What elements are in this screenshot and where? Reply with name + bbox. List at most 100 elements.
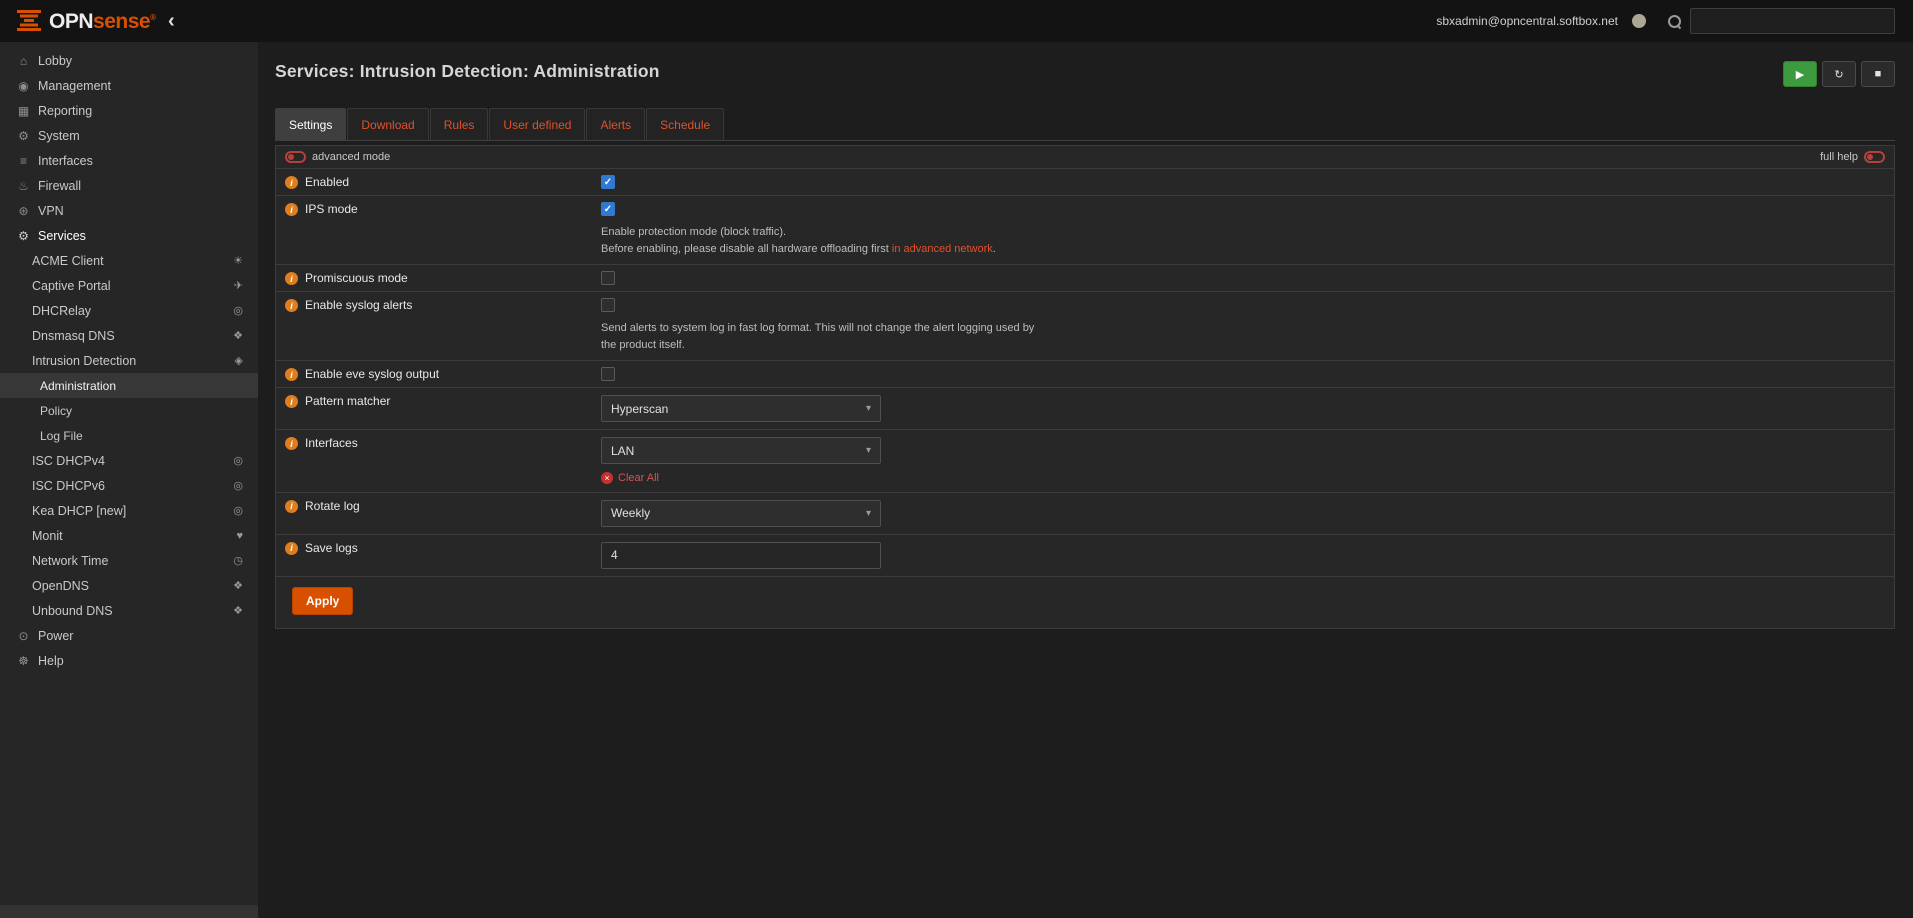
sidebar-item-system[interactable]: ⚙System xyxy=(0,123,258,148)
tab-user-defined[interactable]: User defined xyxy=(489,108,585,140)
interfaces-select[interactable]: LAN▾ xyxy=(601,437,881,464)
field-label-text: Rotate log xyxy=(305,499,360,513)
search-icon[interactable] xyxy=(1668,15,1681,28)
sidebar-item-dhcrelay[interactable]: DHCRelay◎ xyxy=(0,298,258,323)
isc-dhcpv4-icon: ◎ xyxy=(233,454,243,467)
sidebar-item-isc-dhcpv4[interactable]: ISC DHCPv4◎ xyxy=(0,448,258,473)
info-icon[interactable]: i xyxy=(285,437,298,450)
settings-form: iEnabled✓iIPS mode✓Enable protection mod… xyxy=(275,169,1895,629)
info-icon[interactable]: i xyxy=(285,542,298,555)
sidebar-item-vpn[interactable]: ⊛VPN xyxy=(0,198,258,223)
tab-download[interactable]: Download xyxy=(347,108,428,140)
sidebar-item-dnsmasq-dns[interactable]: Dnsmasq DNS❖ xyxy=(0,323,258,348)
sidebar-item-label: System xyxy=(38,129,80,143)
field-label: i IPS mode xyxy=(276,196,601,264)
sidebar-item-label: Reporting xyxy=(38,104,92,118)
stop-button[interactable]: ■ xyxy=(1861,61,1895,87)
sidebar-item-kea-dhcp-new[interactable]: Kea DHCP [new]◎ xyxy=(0,498,258,523)
sidebar-collapse-icon[interactable]: ‹ xyxy=(168,11,175,31)
sidebar-item-administration[interactable]: Administration xyxy=(0,373,258,398)
enable-eve-syslog-output-checkbox[interactable] xyxy=(601,367,615,381)
tab-alerts[interactable]: Alerts xyxy=(586,108,645,140)
ips-mode-checkbox[interactable]: ✓ xyxy=(601,202,615,216)
chevron-down-icon: ▾ xyxy=(866,508,871,519)
sidebar-item-interfaces[interactable]: ≡Interfaces xyxy=(0,148,258,173)
sidebar-item-lobby[interactable]: ⌂Lobby xyxy=(0,48,258,73)
user-menu[interactable]: sbxadmin@opncentral.softbox.net xyxy=(1436,14,1618,28)
page-title: Services: Intrusion Detection: Administr… xyxy=(275,61,660,82)
brand-registered-mark: ® xyxy=(150,13,155,22)
help-text: Send alerts to system log in fast log fo… xyxy=(601,322,1034,351)
advanced-mode-toggle-icon[interactable] xyxy=(285,151,306,163)
tab-schedule[interactable]: Schedule xyxy=(646,108,724,140)
refresh-icon: ↻ xyxy=(1834,68,1843,81)
info-icon[interactable]: i xyxy=(285,203,298,216)
help-icon: ☸ xyxy=(14,654,33,668)
refresh-button[interactable]: ↻ xyxy=(1822,61,1856,87)
sidebar-item-label: Unbound DNS xyxy=(32,604,113,618)
sidebar-item-log-file[interactable]: Log File xyxy=(0,423,258,448)
field-help-text: Before enabling, please disable all hard… xyxy=(601,241,1039,258)
enabled-checkbox[interactable]: ✓ xyxy=(601,175,615,189)
form-row-save-logs: iSave logs xyxy=(276,535,1894,577)
field-label: iPattern matcher xyxy=(276,388,601,429)
tab-settings[interactable]: Settings xyxy=(275,108,346,140)
sidebar-item-monit[interactable]: Monit♥ xyxy=(0,523,258,548)
start-icon: ▶ xyxy=(1796,68,1804,81)
form-row-enabled: iEnabled✓ xyxy=(276,169,1894,196)
avatar[interactable] xyxy=(1632,14,1646,28)
sidebar-item-intrusion-detection[interactable]: Intrusion Detection◈ xyxy=(0,348,258,373)
info-icon[interactable]: i xyxy=(285,176,298,189)
info-icon[interactable]: i xyxy=(285,368,298,381)
info-icon[interactable]: i xyxy=(285,500,298,513)
info-icon[interactable]: i xyxy=(285,395,298,408)
tab-rules[interactable]: Rules xyxy=(430,108,489,140)
sidebar-item-reporting[interactable]: ▦ Reporting xyxy=(0,98,258,123)
stop-icon: ■ xyxy=(1875,68,1882,80)
field-control: ✓ Enable protection mode (block traffic).… xyxy=(601,196,1894,264)
sidebar-item-acme-client[interactable]: ACME Client☀ xyxy=(0,248,258,273)
sidebar-item-label: Firewall xyxy=(38,179,81,193)
interfaces-icon: ≡ xyxy=(14,154,33,168)
full-help-toggle-icon[interactable] xyxy=(1864,151,1885,163)
sidebar-item-management[interactable]: ◉Management xyxy=(0,73,258,98)
sidebar-item-isc-dhcpv6[interactable]: ISC DHCPv6◎ xyxy=(0,473,258,498)
info-icon[interactable]: i xyxy=(285,299,298,312)
monit-icon: ♥ xyxy=(236,530,243,542)
sidebar-item-label: Management xyxy=(38,79,111,93)
save-logs-input[interactable] xyxy=(601,542,881,569)
sidebar-item-firewall[interactable]: ♨Firewall xyxy=(0,173,258,198)
main: Services: Intrusion Detection: Administr… xyxy=(258,42,1913,918)
full-help-label: full help xyxy=(1820,151,1858,163)
clear-all-button[interactable]: ×Clear All xyxy=(601,472,659,484)
field-label-text: IPS mode xyxy=(305,202,358,216)
enable-syslog-alerts-checkbox[interactable] xyxy=(601,298,615,312)
pattern-matcher-select[interactable]: Hyperscan▾ xyxy=(601,395,881,422)
sidebar-item-services[interactable]: ⚙Services xyxy=(0,223,258,248)
brand[interactable]: OPNsense® xyxy=(0,10,156,33)
options-bar-right: full help xyxy=(1820,151,1885,163)
sidebar-item-network-time[interactable]: Network Time◷ xyxy=(0,548,258,573)
apply-button[interactable]: Apply xyxy=(292,587,353,615)
sidebar-item-opendns[interactable]: OpenDNS❖ xyxy=(0,573,258,598)
rotate-log-select[interactable]: Weekly▾ xyxy=(601,500,881,527)
help-link[interactable]: in advanced network xyxy=(892,243,993,255)
start-button[interactable]: ▶ xyxy=(1783,61,1817,87)
field-label: iEnabled xyxy=(276,169,601,195)
field-label: iPromiscuous mode xyxy=(276,265,601,291)
promiscuous-mode-checkbox[interactable] xyxy=(601,271,615,285)
sidebar-item-unbound-dns[interactable]: Unbound DNS❖ xyxy=(0,598,258,623)
brand-opn: OPN xyxy=(49,10,93,33)
sidebar-item-power[interactable]: ⊙Power xyxy=(0,623,258,648)
sidebar-item-captive-portal[interactable]: Captive Portal✈ xyxy=(0,273,258,298)
info-icon[interactable]: i xyxy=(285,272,298,285)
sidebar-item-help[interactable]: ☸Help xyxy=(0,648,258,673)
search-input[interactable] xyxy=(1690,8,1895,34)
field-label-text: Interfaces xyxy=(305,436,358,450)
field-help-text: Enable protection mode (block traffic). xyxy=(601,224,1039,241)
sidebar-item-policy[interactable]: Policy xyxy=(0,398,258,423)
sidebar-item-label: DHCRelay xyxy=(32,304,91,318)
reporting-icon: ▦ xyxy=(14,104,33,118)
sidebar-item-label: Services xyxy=(38,229,86,243)
field-label: iSave logs xyxy=(276,535,601,576)
